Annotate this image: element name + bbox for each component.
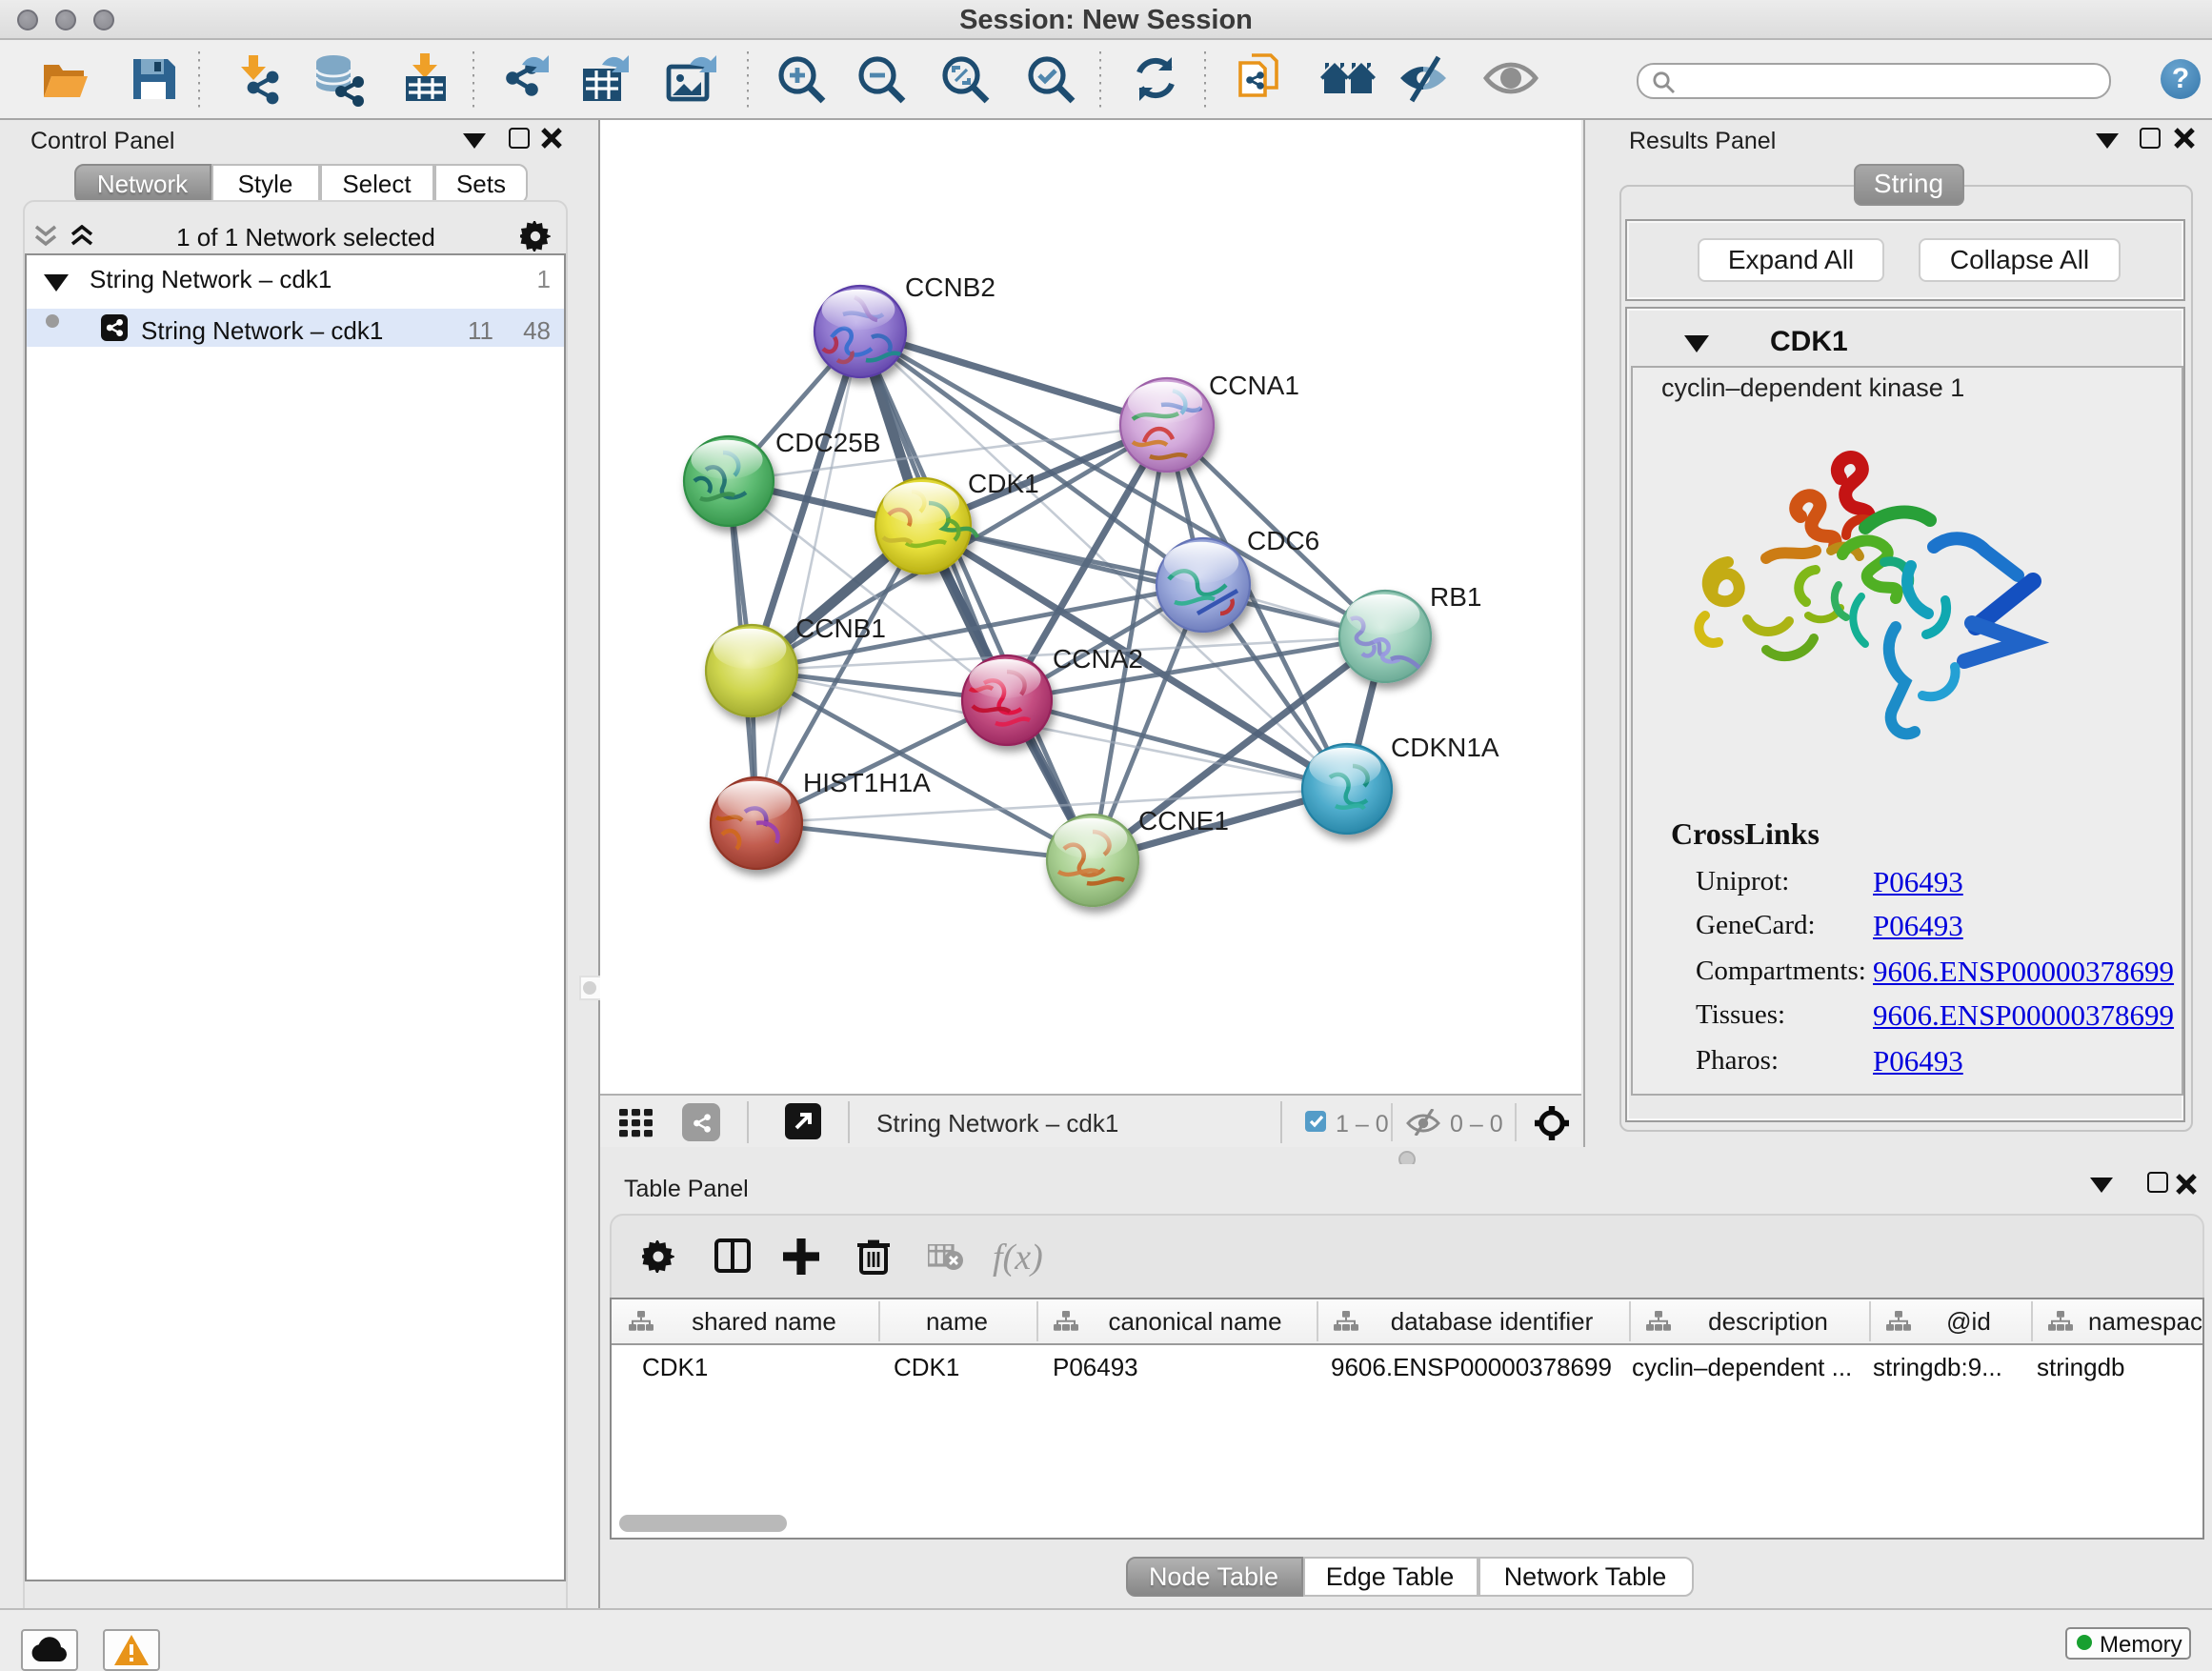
svg-text:RB1: RB1 [1430, 581, 1481, 611]
svg-text:CDC6: CDC6 [1247, 525, 1319, 554]
svg-text:CCNB2: CCNB2 [905, 272, 995, 301]
svg-text:CDKN1A: CDKN1A [1391, 732, 1499, 761]
svg-text:CDC25B: CDC25B [775, 427, 880, 456]
svg-text:CDK1: CDK1 [968, 468, 1039, 497]
svg-text:CCNE1: CCNE1 [1138, 805, 1229, 835]
svg-text:HIST1H1A: HIST1H1A [803, 767, 931, 796]
svg-text:CCNA1: CCNA1 [1209, 370, 1299, 399]
svg-text:CCNB1: CCNB1 [795, 613, 886, 642]
svg-text:CCNA2: CCNA2 [1053, 643, 1143, 673]
